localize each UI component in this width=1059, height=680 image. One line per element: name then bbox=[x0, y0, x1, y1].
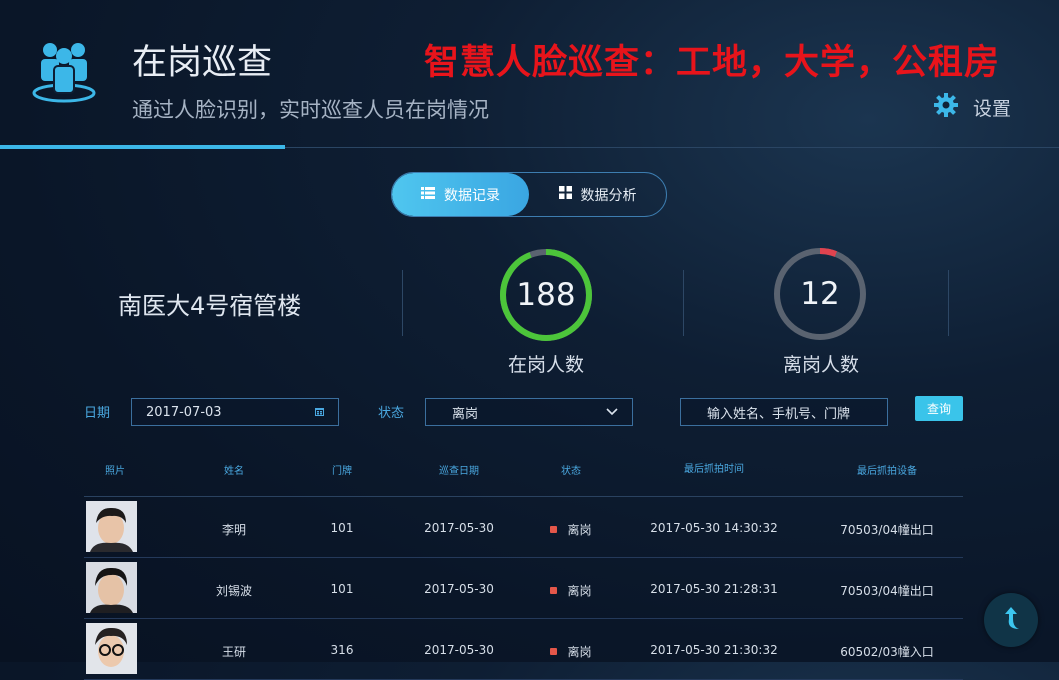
stats-divider bbox=[402, 270, 403, 336]
table-header: 照片 姓名 门牌 巡查日期 状态 最后抓拍时间 最后抓拍设备 bbox=[84, 452, 963, 497]
col-photo: 照片 bbox=[105, 466, 125, 477]
date-label: 日期 bbox=[84, 406, 111, 421]
row-last-time: 2017-05-30 21:30:32 bbox=[650, 643, 778, 657]
page-subtitle: 通过人脸识别，实时巡查人员在岗情况 bbox=[132, 98, 489, 122]
gear-icon bbox=[933, 92, 959, 122]
date-picker[interactable]: 2017-07-03 bbox=[131, 398, 339, 426]
query-button[interactable]: 查询 bbox=[915, 396, 963, 421]
search-input[interactable]: 输入姓名、手机号、门牌 bbox=[680, 398, 888, 426]
back-arrow-icon bbox=[999, 605, 1023, 635]
page-header: 在岗巡查 通过人脸识别，实时巡查人员在岗情况 智慧人脸巡查：工地，大学，公租房 bbox=[0, 0, 1059, 150]
page-title: 在岗巡查 bbox=[132, 43, 273, 83]
header-accent-bar bbox=[0, 145, 285, 149]
off-duty-count: 12 bbox=[800, 276, 840, 312]
row-status: 离岗 bbox=[531, 521, 611, 538]
row-name: 李明 bbox=[221, 523, 246, 537]
col-name: 姓名 bbox=[224, 466, 244, 477]
status-dot bbox=[550, 526, 558, 533]
row-date: 2017-05-30 bbox=[424, 582, 494, 596]
row-name: 王研 bbox=[221, 645, 246, 659]
row-status: 离岗 bbox=[531, 582, 611, 599]
stats-divider bbox=[948, 270, 949, 336]
avatar bbox=[86, 501, 137, 552]
status-label: 状态 bbox=[378, 406, 405, 421]
on-duty-count: 188 bbox=[516, 277, 576, 313]
row-last-time: 2017-05-30 14:30:32 bbox=[650, 521, 778, 535]
row-door: 101 bbox=[330, 582, 354, 596]
tab-data-analysis[interactable]: 数据分析 bbox=[529, 173, 666, 216]
list-icon bbox=[421, 186, 435, 203]
row-date: 2017-05-30 bbox=[424, 643, 494, 657]
tab-data-records[interactable]: 数据记录 bbox=[392, 173, 529, 216]
on-duty-ring: 188 bbox=[498, 247, 594, 343]
col-date: 巡查日期 bbox=[439, 466, 479, 477]
settings-button[interactable]: 设置 bbox=[933, 92, 1011, 122]
settings-label: 设置 bbox=[973, 97, 1012, 120]
table-row[interactable]: 王研 316 2017-05-30 离岗 2017-05-30 21:30:32… bbox=[84, 619, 963, 680]
records-table: 照片 姓名 门牌 巡查日期 状态 最后抓拍时间 最后抓拍设备 李明 101 20… bbox=[84, 452, 963, 680]
on-duty-label: 在岗人数 bbox=[507, 354, 584, 376]
filter-bar: 日期 2017-07-03 状态 离岗 输入姓名、手机号、门牌 查询 bbox=[0, 396, 1059, 428]
row-last-device: 70503/04幢出口 bbox=[840, 523, 934, 537]
back-button[interactable] bbox=[984, 593, 1038, 647]
chevron-down-icon bbox=[606, 405, 618, 420]
col-last-time: 最后抓拍时间 bbox=[684, 464, 744, 475]
search-placeholder: 输入姓名、手机号、门牌 bbox=[707, 406, 851, 422]
stats-panel: 南医大4号宿管楼 188 在岗人数 12 离岗人数 bbox=[0, 240, 1059, 380]
off-duty-label: 离岗人数 bbox=[782, 354, 859, 376]
row-name: 刘锡波 bbox=[215, 584, 252, 598]
building-name: 南医大4号宿管楼 bbox=[118, 292, 302, 320]
promo-banner: 智慧人脸巡查：工地，大学，公租房 bbox=[424, 43, 1001, 83]
off-duty-ring: 12 bbox=[772, 246, 868, 342]
date-value: 2017-07-03 bbox=[146, 404, 222, 420]
calendar-icon bbox=[315, 405, 324, 420]
row-date: 2017-05-30 bbox=[424, 521, 494, 535]
avatar bbox=[86, 623, 137, 674]
table-row[interactable]: 刘锡波 101 2017-05-30 离岗 2017-05-30 21:28:3… bbox=[84, 558, 963, 619]
tab-label: 数据记录 bbox=[444, 187, 500, 204]
grid-icon bbox=[558, 186, 572, 203]
col-door: 门牌 bbox=[332, 466, 352, 477]
view-toggle: 数据记录 数据分析 bbox=[391, 172, 667, 217]
row-last-time: 2017-05-30 21:28:31 bbox=[650, 582, 778, 596]
row-status: 离岗 bbox=[531, 643, 611, 660]
avatar bbox=[86, 562, 137, 613]
status-dot bbox=[550, 648, 558, 655]
stats-divider bbox=[683, 270, 684, 336]
row-door: 316 bbox=[330, 643, 354, 657]
row-last-device: 60502/03幢入口 bbox=[840, 645, 934, 659]
status-dot bbox=[550, 587, 558, 594]
tab-label: 数据分析 bbox=[580, 187, 637, 204]
col-status: 状态 bbox=[561, 466, 581, 477]
table-row[interactable]: 李明 101 2017-05-30 离岗 2017-05-30 14:30:32… bbox=[84, 497, 963, 558]
status-select-value: 离岗 bbox=[452, 406, 479, 422]
people-logo-icon bbox=[30, 40, 98, 106]
row-door: 101 bbox=[330, 521, 354, 535]
col-last-device: 最后抓拍设备 bbox=[857, 466, 917, 477]
status-select[interactable]: 离岗 bbox=[425, 398, 633, 426]
row-last-device: 70503/04幢出口 bbox=[840, 584, 934, 598]
